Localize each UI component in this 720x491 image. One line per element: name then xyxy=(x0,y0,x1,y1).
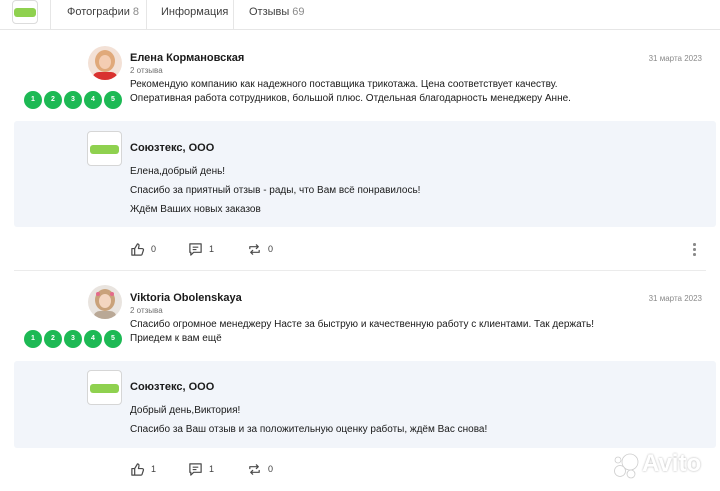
tab-reviews-label: Отзывы xyxy=(249,6,290,18)
company-logo-icon[interactable] xyxy=(12,0,38,24)
comment-count: 1 xyxy=(209,464,215,474)
rating-badges: 1 2 3 4 5 xyxy=(24,91,124,109)
review-text-line: Приедем к вам ещё xyxy=(130,333,222,344)
tab-photos-label: Фотографии xyxy=(67,6,130,18)
review-date: 31 марта 2023 xyxy=(648,294,702,303)
reply-text-line: Ждём Ваших новых заказов xyxy=(130,204,261,215)
rating-badge: 3 xyxy=(64,91,82,109)
tab-info-label: Информация xyxy=(161,6,229,18)
like-count: 1 xyxy=(151,464,157,474)
seller-reply: Союзтекс, ООО Добрый день,Виктория! Спас… xyxy=(14,361,716,448)
tabs-bar: Фотографии 8 Информация Отзывы 69 xyxy=(0,0,720,30)
repost-count: 0 xyxy=(268,464,274,474)
rating-badge: 2 xyxy=(44,91,62,109)
avatar[interactable] xyxy=(88,285,122,319)
review-author-count: 2 отзыва xyxy=(130,306,163,315)
comment-icon xyxy=(189,242,202,256)
review-author[interactable]: Viktoria Obolenskaya xyxy=(130,292,242,304)
tab-photos[interactable]: Фотографии 8 xyxy=(67,0,139,30)
rating-badge: 4 xyxy=(84,330,102,348)
repost-icon xyxy=(249,243,260,255)
rating-badge: 5 xyxy=(104,91,122,109)
review-divider xyxy=(14,270,706,271)
review-author-count: 2 отзыва xyxy=(130,66,163,75)
like-count: 0 xyxy=(151,244,157,254)
avito-logo-icon xyxy=(614,453,639,479)
tab-reviews-count: 69 xyxy=(292,6,305,18)
seller-name[interactable]: Союзтекс, ООО xyxy=(130,381,214,393)
watermark-text: Avito xyxy=(642,450,702,477)
tab-divider xyxy=(233,0,234,30)
review-date: 31 марта 2023 xyxy=(648,54,702,63)
tab-info[interactable]: Информация xyxy=(161,0,228,30)
seller-logo-icon[interactable] xyxy=(87,370,122,405)
repost-button[interactable]: 0 xyxy=(247,241,273,257)
tab-divider xyxy=(146,0,147,30)
repost-count: 0 xyxy=(268,244,274,254)
rating-badge: 1 xyxy=(24,330,42,348)
rating-badge: 2 xyxy=(44,330,62,348)
thumbs-up-icon xyxy=(131,462,145,476)
tab-photos-count: 8 xyxy=(132,6,139,18)
reply-text-line: Спасибо за приятный отзыв - рады, что Ва… xyxy=(130,185,421,196)
rating-badge: 1 xyxy=(24,91,42,109)
review-text-line: Оперативная работа сотрудников, большой … xyxy=(130,93,571,104)
thumbs-up-icon xyxy=(131,242,145,256)
rating-badge: 5 xyxy=(104,330,122,348)
reply-text-line: Спасибо за Ваш отзыв и за положительную … xyxy=(130,424,488,435)
seller-reply: Союзтекс, ООО Елена,добрый день! Спасибо… xyxy=(14,121,716,227)
review-text-line: Рекомендую компанию как надежного постав… xyxy=(130,79,558,90)
comment-button[interactable]: 1 xyxy=(188,461,214,477)
avatar[interactable] xyxy=(88,46,122,80)
reply-text-line: Елена,добрый день! xyxy=(130,166,226,177)
rating-badge: 3 xyxy=(64,330,82,348)
like-button[interactable]: 0 xyxy=(130,241,156,257)
reply-text-line: Добрый день,Виктория! xyxy=(130,405,241,416)
like-button[interactable]: 1 xyxy=(130,461,156,477)
avito-watermark: Avito xyxy=(612,450,712,480)
rating-badges: 1 2 3 4 5 xyxy=(24,330,124,348)
rating-badge: 4 xyxy=(84,91,102,109)
review-text-line: Спасибо огромное менеджеру Насте за быст… xyxy=(130,319,594,330)
seller-logo-icon[interactable] xyxy=(87,131,122,166)
comment-icon xyxy=(189,462,202,476)
tab-reviews[interactable]: Отзывы 69 xyxy=(249,0,305,30)
comment-button[interactable]: 1 xyxy=(188,241,214,257)
repost-button[interactable]: 0 xyxy=(247,461,273,477)
review-author[interactable]: Елена Кормановская xyxy=(130,52,244,64)
seller-name[interactable]: Союзтекс, ООО xyxy=(130,142,214,154)
more-options-icon[interactable] xyxy=(691,242,697,256)
comment-count: 1 xyxy=(209,244,215,254)
repost-icon xyxy=(249,463,260,475)
tab-divider xyxy=(50,0,51,30)
